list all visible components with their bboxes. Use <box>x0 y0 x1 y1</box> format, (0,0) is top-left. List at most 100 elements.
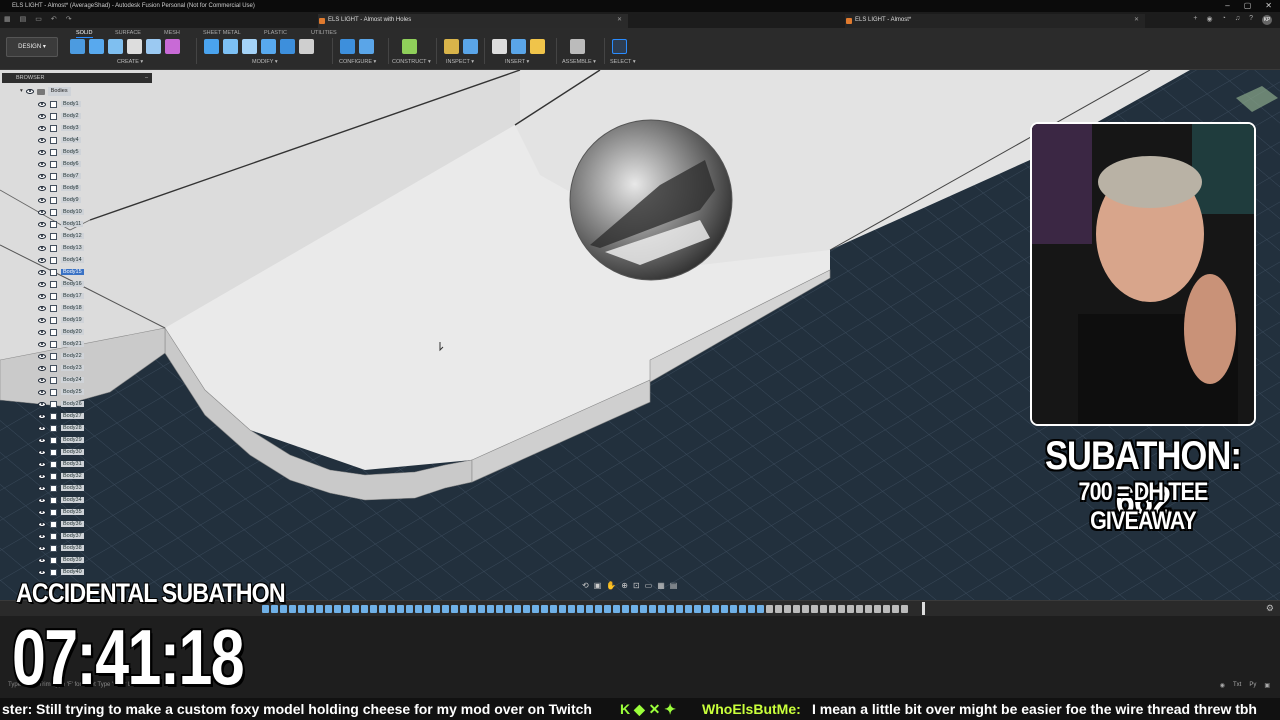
close-button[interactable]: ✕ <box>1265 0 1272 12</box>
timeline-feature-icon[interactable] <box>334 605 341 613</box>
visibility-eye-icon[interactable] <box>38 377 46 383</box>
timeline-feature-icon[interactable] <box>712 605 719 613</box>
timeline-feature-icon[interactable] <box>325 605 332 613</box>
timeline-feature-icon[interactable] <box>478 605 485 613</box>
browser-body-row[interactable]: Body11 <box>38 218 98 230</box>
timeline-feature-icon[interactable] <box>343 605 350 613</box>
browser-body-row[interactable]: Body37 <box>38 530 98 542</box>
timeline-feature-icon[interactable] <box>748 605 755 613</box>
browser-body-row[interactable]: Body40 <box>38 566 98 578</box>
timeline-feature-icon[interactable] <box>289 605 296 613</box>
grid-menu-icon[interactable]: ▦ <box>4 15 11 23</box>
timeline-feature-icon[interactable] <box>766 605 773 613</box>
visibility-eye-icon[interactable] <box>38 533 46 539</box>
timeline-feature-icon[interactable] <box>640 605 647 613</box>
timeline-feature-icon[interactable] <box>829 605 836 613</box>
redo-icon[interactable]: ↷ <box>66 15 72 23</box>
timeline-feature-icon[interactable] <box>595 605 602 613</box>
browser-body-row[interactable]: Body6 <box>38 158 98 170</box>
browser-body-row[interactable]: Body15 <box>38 266 98 278</box>
timeline-feature-icon[interactable] <box>811 605 818 613</box>
configure-menu[interactable]: CONFIGURE ▾ <box>339 59 376 65</box>
timeline-feature-icon[interactable] <box>757 605 764 613</box>
visibility-eye-icon[interactable] <box>38 173 46 179</box>
browser-body-row[interactable]: Body2 <box>38 110 98 122</box>
browser-body-row[interactable]: Body26 <box>38 398 98 410</box>
visibility-eye-icon[interactable] <box>38 329 46 335</box>
tab-document-2[interactable]: ELS LIGHT - Almost* ✕ <box>845 14 1145 28</box>
browser-body-row[interactable]: Body14 <box>38 254 98 266</box>
revolve-icon[interactable] <box>108 39 123 54</box>
browser-body-row[interactable]: Body24 <box>38 374 98 386</box>
browser-body-row[interactable]: Body22 <box>38 350 98 362</box>
avatar[interactable]: KP <box>1262 15 1272 25</box>
create-menu[interactable]: CREATE ▾ <box>117 59 143 65</box>
browser-body-row[interactable]: Body1 <box>38 98 98 110</box>
browser-body-row[interactable]: Body23 <box>38 362 98 374</box>
visibility-eye-icon[interactable] <box>38 149 46 155</box>
modify-menu[interactable]: MODIFY ▾ <box>252 59 278 65</box>
display-settings-icon[interactable]: ▭ <box>645 581 653 590</box>
browser-body-row[interactable]: Body20 <box>38 326 98 338</box>
browser-body-row[interactable]: Body4 <box>38 134 98 146</box>
expand-arrow-icon[interactable]: ▾ <box>20 87 23 96</box>
timeline-feature-icon[interactable] <box>433 605 440 613</box>
help-icon[interactable]: ? <box>1249 15 1253 25</box>
timeline-feature-icon[interactable] <box>487 605 494 613</box>
orbit-icon[interactable]: ⟲ <box>582 581 589 590</box>
timeline-feature-icon[interactable] <box>838 605 845 613</box>
timeline-feature-icon[interactable] <box>532 605 539 613</box>
timeline-feature-icon[interactable] <box>847 605 854 613</box>
visibility-eye-icon[interactable] <box>38 473 46 479</box>
offset-plane-icon[interactable] <box>402 39 417 54</box>
bodies-folder[interactable]: ▾ Bodies <box>20 87 71 96</box>
measure-icon[interactable] <box>444 39 459 54</box>
extrude-icon[interactable] <box>89 39 104 54</box>
browser-body-row[interactable]: Body21 <box>38 338 98 350</box>
pattern-icon[interactable] <box>146 39 161 54</box>
visibility-eye-icon[interactable] <box>38 425 46 431</box>
visibility-eye-icon[interactable] <box>38 221 46 227</box>
visibility-eye-icon[interactable] <box>38 209 46 215</box>
timeline-feature-icon[interactable] <box>307 605 314 613</box>
browser-body-row[interactable]: Body25 <box>38 386 98 398</box>
timeline-feature-icon[interactable] <box>397 605 404 613</box>
browser-body-row[interactable]: Body38 <box>38 542 98 554</box>
timeline-feature-icon[interactable] <box>523 605 530 613</box>
fillet-icon[interactable] <box>223 39 238 54</box>
form-icon[interactable] <box>165 39 180 54</box>
tab-mesh[interactable]: MESH <box>164 30 180 36</box>
timeline-feature-icon[interactable] <box>316 605 323 613</box>
timeline-feature-icon[interactable] <box>703 605 710 613</box>
workspace-dropdown[interactable]: DESIGN ▾ <box>6 37 58 57</box>
expand-icon[interactable]: ▣ <box>1264 682 1270 689</box>
timeline-feature-icon[interactable] <box>496 605 503 613</box>
visibility-eye-icon[interactable] <box>38 305 46 311</box>
text-commands-tab[interactable]: Txt <box>1233 682 1241 689</box>
tab-document-1[interactable]: ELS LIGHT - Almost with Holes ✕ <box>318 14 628 28</box>
browser-body-row[interactable]: Body10 <box>38 206 98 218</box>
visibility-eye-icon[interactable] <box>38 317 46 323</box>
visibility-eye-icon[interactable] <box>38 101 46 107</box>
configure-rule-icon[interactable] <box>359 39 374 54</box>
timeline-feature-icon[interactable] <box>568 605 575 613</box>
tab-surface[interactable]: SURFACE <box>115 30 141 36</box>
timeline-feature-icon[interactable] <box>361 605 368 613</box>
visibility-eye-icon[interactable] <box>38 509 46 515</box>
timeline-feature-icon[interactable] <box>406 605 413 613</box>
visibility-eye-icon[interactable] <box>38 497 46 503</box>
viewports-icon[interactable]: ▤ <box>670 581 678 590</box>
collapse-icon[interactable]: – <box>145 73 148 83</box>
visibility-eye-icon[interactable] <box>38 557 46 563</box>
grid-settings-icon[interactable]: ▦ <box>657 581 665 590</box>
visibility-eye-icon[interactable] <box>38 521 46 527</box>
visibility-eye-icon[interactable] <box>38 413 46 419</box>
browser-body-row[interactable]: Body33 <box>38 482 98 494</box>
press-pull-icon[interactable] <box>204 39 219 54</box>
timeline-feature-icon[interactable] <box>685 605 692 613</box>
timeline-feature-icon[interactable] <box>442 605 449 613</box>
timeline-feature-icon[interactable] <box>460 605 467 613</box>
undo-icon[interactable]: ↶ <box>51 15 57 23</box>
timeline-feature-icon[interactable] <box>892 605 899 613</box>
camera-icon[interactable]: ▣ <box>594 581 602 590</box>
